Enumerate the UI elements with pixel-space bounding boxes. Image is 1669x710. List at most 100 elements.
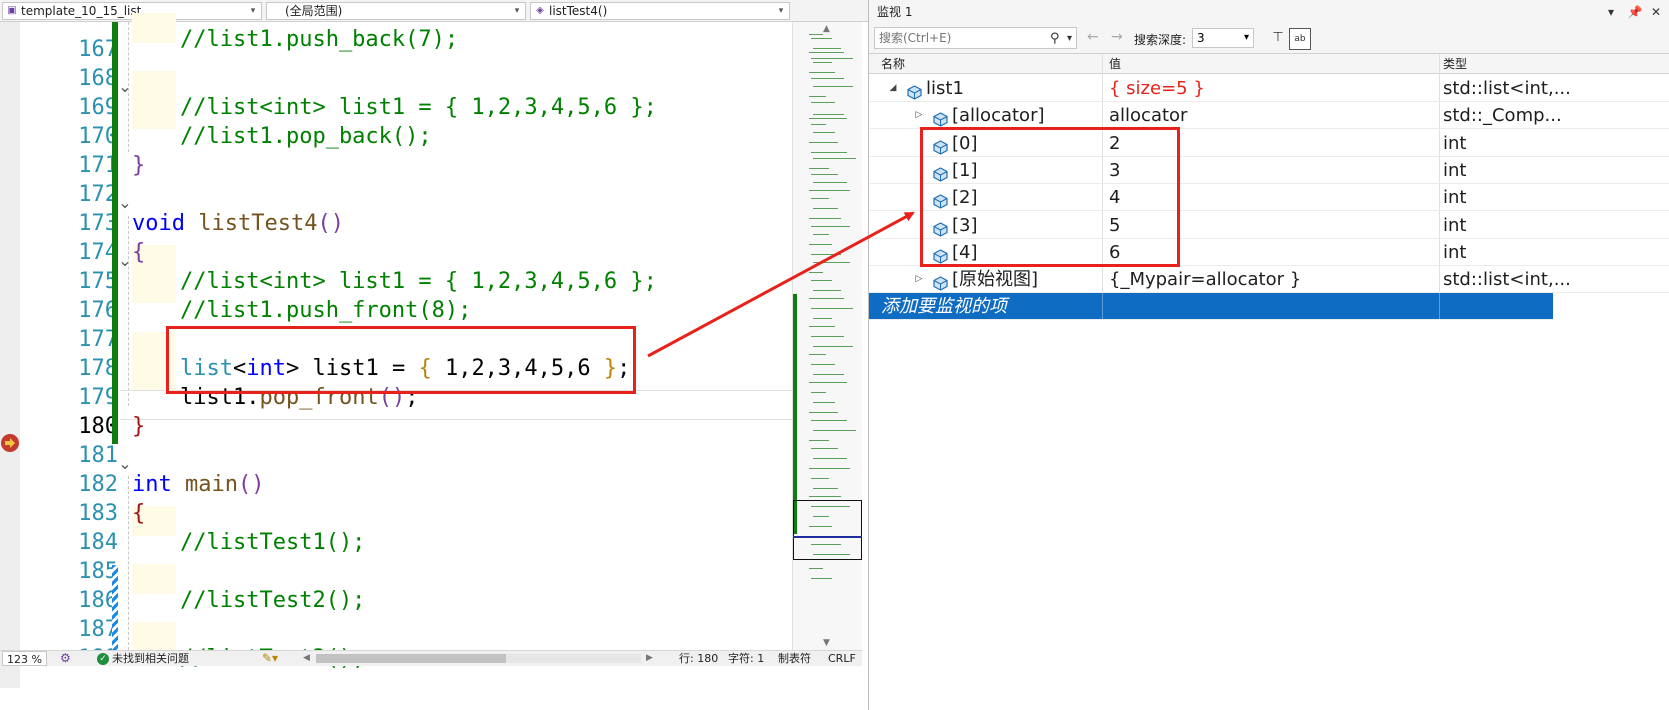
line-ending-indicator[interactable]: CRLF (828, 651, 856, 666)
add-watch-item-label: 添加要监视的项 (881, 296, 1007, 318)
minimap-line (813, 158, 856, 159)
minimap-line (811, 102, 835, 103)
fold-toggle-icon[interactable]: ⌄ (118, 246, 132, 276)
scroll-left-icon[interactable]: ◀ (303, 651, 310, 666)
column-header-type[interactable]: 类型 (1437, 54, 1467, 74)
column-divider (1102, 293, 1103, 321)
function-dropdown[interactable]: ◈ listTest4() ▾ (530, 2, 790, 20)
line-number: 178 (78, 356, 118, 381)
indent-guide (128, 476, 129, 650)
fold-toggle-icon[interactable]: ⌄ (118, 72, 132, 102)
watch-row-value[interactable]: { size=5 } (1109, 75, 1205, 102)
scroll-right-icon[interactable]: ▶ (646, 651, 653, 666)
minimap-line (813, 62, 832, 63)
watch-row-type: int (1443, 187, 1467, 209)
issues-status[interactable]: 未找到相关问题 (112, 651, 189, 666)
zoom-level-dropdown[interactable]: 123 % (2, 651, 47, 666)
line-indicator[interactable]: 行: 180 (679, 651, 718, 666)
watch-search-input[interactable] (879, 31, 1039, 45)
code-line-175: //list<int> list1 = { 1,2,3,4,5,6 }; (180, 269, 657, 294)
watch-row-type: int (1443, 132, 1467, 154)
window-menu-dropdown-icon[interactable]: ▾ (1602, 3, 1620, 21)
code-line-183: { (132, 501, 146, 526)
chevron-down-icon[interactable]: ▾ (1067, 29, 1072, 49)
scrollbar-thumb[interactable] (316, 654, 506, 663)
tab-indicator[interactable]: 制表符 (778, 651, 811, 666)
expand-arrow-icon[interactable]: ▷ (913, 266, 925, 293)
pin-icon[interactable]: 📌 (1626, 3, 1644, 21)
minimap-line (813, 346, 853, 347)
glyph-margin[interactable] (0, 22, 20, 688)
watch-row[interactable]: ◢ list1 { size=5 } std::list<int,... (869, 75, 1669, 102)
minimap-line (813, 86, 853, 87)
code-line-182: int main() (132, 470, 264, 500)
search-previous-icon[interactable]: ← (1087, 29, 1099, 45)
watch-row-value[interactable]: {_Mypair=allocator } (1109, 266, 1301, 293)
minimap-line (811, 78, 844, 79)
line-number: 173 (78, 211, 118, 236)
line-number: 185 (78, 559, 118, 584)
fold-toggle-icon[interactable]: ⌄ (118, 188, 132, 218)
search-depth-select[interactable]: 3 ▾ (1192, 28, 1254, 48)
line-number: 172 (78, 182, 118, 207)
search-icon[interactable]: ⚲ (1050, 29, 1060, 49)
watch-search-box[interactable]: ⚲ ▾ (874, 27, 1077, 49)
expand-arrow-icon[interactable]: ▷ (913, 102, 925, 129)
code-line-186: //listTest2(); (180, 588, 366, 613)
line-number: 181 (78, 443, 118, 468)
fold-toggle-icon[interactable]: ⌄ (118, 449, 132, 479)
column-header-value[interactable]: 值 (1103, 54, 1121, 74)
minimap-line (811, 226, 850, 227)
minimap-line (811, 58, 853, 59)
minimap-scroll-down-icon[interactable]: ▼ (823, 638, 830, 648)
watch-row-name: [原始视图] (952, 269, 1039, 291)
minimap-line (813, 488, 838, 489)
column-header-name[interactable]: 名称 (875, 54, 905, 74)
watch-row[interactable]: ▷ [原始视图] {_Mypair=allocator } std::list<int… (869, 266, 1669, 294)
close-icon[interactable]: ✕ (1647, 3, 1665, 21)
minimap-cursor-line (793, 536, 862, 538)
hex-display-icon[interactable]: ab (1289, 28, 1311, 50)
code-line-169: //list<int> list1 = { 1,2,3,4,5,6 }; (180, 95, 657, 120)
minimap-line (811, 152, 847, 153)
minimap-scroll-up-icon[interactable]: ▲ (823, 24, 830, 34)
minimap-line (809, 326, 835, 327)
minimap-line (809, 118, 847, 119)
minimap-viewport[interactable] (793, 500, 862, 560)
code-line-176: //list1.push_front(8); (180, 298, 472, 323)
add-watch-item-row[interactable]: 添加要监视的项 (869, 293, 1553, 321)
watch-window: 监视 1 ▾ 📌 ✕ ⚲ ▾ ← → 搜索深度: 3 ▾ ⊤ ab 名称 (868, 0, 1669, 710)
scope-dropdown[interactable]: (全局范围) ▾ (266, 2, 526, 20)
minimap-line (813, 430, 856, 431)
line-number: 168 (78, 66, 118, 91)
git-icon[interactable]: ⚙ (60, 651, 71, 666)
code-minimap[interactable]: ▲ ▼ (792, 22, 862, 650)
variable-icon (907, 81, 922, 100)
horizontal-scrollbar[interactable] (316, 654, 641, 663)
search-next-icon[interactable]: → (1111, 29, 1123, 45)
minimap-line (811, 38, 832, 39)
minimap-line (813, 132, 835, 133)
code-line-173: void listTest4() (132, 209, 344, 239)
line-number: 171 (78, 153, 118, 178)
minimap-line (809, 382, 847, 383)
minimap-line (813, 290, 841, 291)
minimap-line (809, 440, 829, 441)
minimap-line (809, 52, 844, 53)
watch-row[interactable]: ▷ [allocator] allocator std::_Comp... (869, 102, 1669, 130)
minimap-line (813, 402, 835, 403)
minimap-line (811, 280, 832, 281)
watch-row-value[interactable]: allocator (1109, 102, 1187, 129)
line-number: 180 (78, 414, 118, 439)
collapse-arrow-icon[interactable]: ◢ (887, 75, 899, 102)
brush-icon[interactable]: ✎▾ (262, 651, 278, 666)
watch-grid-header: 名称 值 类型 (869, 54, 1669, 74)
line-number: 183 (78, 501, 118, 526)
minimap-line (809, 72, 835, 73)
minimap-line (809, 142, 838, 143)
line-number: 170 (78, 124, 118, 149)
watch-title-bar: 监视 1 ▾ 📌 ✕ (869, 0, 1669, 24)
function-name: listTest4 (198, 211, 318, 236)
pin-members-icon[interactable]: ⊤ (1269, 28, 1287, 48)
char-indicator[interactable]: 字符: 1 (728, 651, 764, 666)
